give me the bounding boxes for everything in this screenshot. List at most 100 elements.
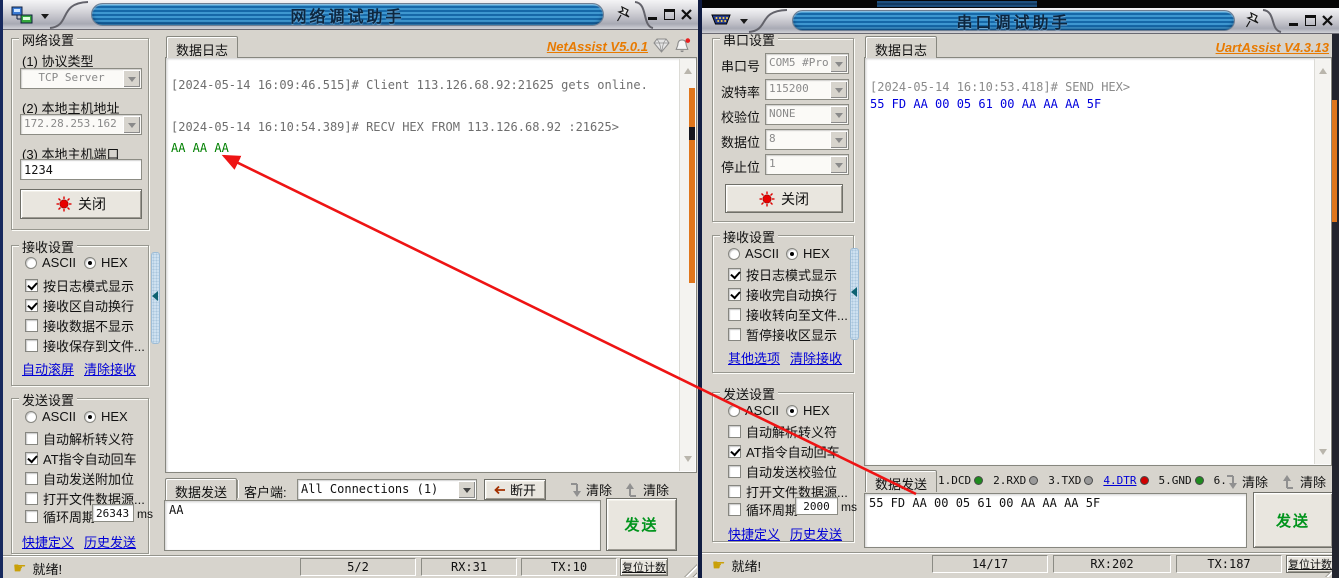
baud-rate-select[interactable]: 115200 [765,79,849,100]
client-connection-select[interactable]: All Connections (1) [297,479,477,500]
send-option-cycle[interactable]: 循环周期 [728,500,798,519]
titlebar-curve [49,0,89,29]
tab-data-send[interactable]: 数据发送 [165,478,237,500]
statusbar-divider [3,555,698,557]
stop-bits-select[interactable]: 1 [765,154,849,175]
parity-select[interactable]: NONE [765,104,849,125]
shortcut-define-link[interactable]: 快捷定义 [22,532,74,551]
history-send-link[interactable]: 历史发送 [790,524,842,543]
tab-data-log[interactable]: 数据日志 [166,36,238,58]
panel-collapse-handle[interactable] [151,252,160,344]
send-option-append-bits[interactable]: 自动发送附加位 [25,469,134,488]
dropdown-arrow-icon[interactable] [123,116,140,133]
send-hex-radio[interactable]: HEX [786,403,830,418]
shortcut-define-link[interactable]: 快捷定义 [728,524,780,543]
uartassist-version-link[interactable]: UartAssist V4.3.13 [1216,40,1329,55]
clear-receive-button[interactable]: 清除 [568,480,612,499]
recv-option-save-to-file[interactable]: 接收保存到文件... [25,336,145,355]
scroll-up-icon[interactable] [684,64,692,74]
close-port-button[interactable]: 关闭 [725,184,843,213]
titlebar[interactable]: 网络调试助手 [3,0,698,30]
recv-option-hide-data[interactable]: 接收数据不显示 [25,316,134,335]
recv-option-log-mode[interactable]: 按日志模式显示 [25,276,134,295]
scroll-up-icon[interactable] [1319,64,1327,74]
disconnect-button[interactable]: 断开 [484,479,546,500]
close-window-button[interactable] [1320,13,1335,28]
dropdown-arrow-icon[interactable] [830,106,847,123]
send-data-input[interactable]: AA [164,500,601,551]
pin-icon[interactable] [616,6,632,23]
history-send-link[interactable]: 历史发送 [84,532,136,551]
minimize-button[interactable] [645,7,660,22]
send-hex-radio[interactable]: HEX [84,409,128,424]
scroll-down-icon[interactable] [1319,449,1327,459]
recv-hex-radio[interactable]: HEX [84,255,128,270]
panel-collapse-handle[interactable] [850,248,859,340]
protocol-type-select[interactable]: TCP Server [20,68,142,89]
other-options-link[interactable]: 其他选项 [728,348,780,367]
close-window-button[interactable] [679,7,694,22]
sysmenu-caret-icon[interactable] [740,19,748,28]
dtr-toggle-link[interactable]: 4.DTR [1103,474,1136,487]
recv-option-wordwrap[interactable]: 接收区自动换行 [25,296,134,315]
sysmenu-caret-icon[interactable] [41,14,49,23]
recv-option-pause-display[interactable]: 暂停接收区显示 [728,325,837,344]
data-log-view[interactable]: [2024-05-14 16:09:46.515]# Client 113.12… [165,57,697,473]
serial-port-select[interactable]: COM5 #Pro [765,53,849,74]
resize-grip[interactable] [684,564,697,577]
app-network-icon[interactable] [11,5,33,25]
send-option-at-cr[interactable]: AT指令自动回车 [25,449,137,468]
reset-counter-button[interactable]: 复位计数 [620,558,668,576]
close-connection-button[interactable]: 关闭 [20,189,142,219]
tab-data-log[interactable]: 数据日志 [865,36,937,58]
group-title: 发送设置 [720,384,778,403]
log-scrollbar[interactable] [1314,59,1330,464]
cycle-period-input[interactable] [92,504,134,522]
clear-receive-link[interactable]: 清除接收 [84,359,136,378]
reset-counter-button[interactable]: 复位计数 [1286,555,1334,573]
send-option-escape[interactable]: 自动解析转义符 [728,422,837,441]
scroll-down-icon[interactable] [684,456,692,466]
titlebar[interactable]: 串口调试助手 [702,8,1339,34]
dropdown-arrow-icon[interactable] [830,55,847,72]
send-option-at-cr[interactable]: AT指令自动回车 [728,442,840,461]
recv-option-redirect-file[interactable]: 接收转向至文件... [728,305,848,324]
data-log-view[interactable]: [2024-05-14 16:10:53.418]# SEND HEX> 55 … [864,57,1332,466]
recv-option-log-mode[interactable]: 按日志模式显示 [728,265,837,284]
dropdown-arrow-icon[interactable] [458,481,475,498]
send-option-cycle[interactable]: 循环周期 [25,507,95,526]
send-button[interactable]: 发送 [1253,492,1333,548]
gem-icon[interactable] [653,38,671,55]
send-option-escape[interactable]: 自动解析转义符 [25,429,134,448]
send-button[interactable]: 发送 [606,498,677,551]
dropdown-arrow-icon[interactable] [123,70,140,87]
dropdown-arrow-icon[interactable] [830,156,847,173]
netassist-version-link[interactable]: NetAssist V5.0.1 [547,39,648,54]
recv-ascii-radio[interactable]: ASCII [25,255,76,270]
clear-receive-link[interactable]: 清除接收 [790,348,842,367]
send-ascii-radio[interactable]: ASCII [728,403,779,418]
minimize-button[interactable] [1286,13,1301,28]
maximize-button[interactable] [1303,13,1318,28]
send-data-input[interactable]: 55 FD AA 00 05 61 00 AA AA AA 5F [864,493,1247,548]
send-ascii-radio[interactable]: ASCII [25,409,76,424]
maximize-button[interactable] [662,7,677,22]
recv-hex-radio[interactable]: HEX [786,246,830,261]
pin-icon[interactable] [1245,12,1261,29]
host-address-select[interactable]: 172.28.253.162 [20,114,142,135]
send-option-checksum[interactable]: 自动发送校验位 [728,462,837,481]
app-serial-icon[interactable] [710,11,732,31]
host-port-input[interactable] [20,159,142,180]
clear-receive-button[interactable]: 清除 [1224,472,1268,491]
data-bits-select[interactable]: 8 [765,129,849,150]
recv-option-wordwrap[interactable]: 接收完自动换行 [728,285,837,304]
notification-bell-icon[interactable] [674,37,692,54]
tab-data-send[interactable]: 数据发送 [865,470,937,492]
dropdown-arrow-icon[interactable] [830,81,847,98]
clear-send-button[interactable]: 清除 [625,480,669,499]
auto-scroll-link[interactable]: 自动滚屏 [22,359,74,378]
dropdown-arrow-icon[interactable] [830,131,847,148]
clear-send-button[interactable]: 清除 [1282,472,1326,491]
cycle-period-input[interactable] [795,497,838,515]
recv-ascii-radio[interactable]: ASCII [728,246,779,261]
